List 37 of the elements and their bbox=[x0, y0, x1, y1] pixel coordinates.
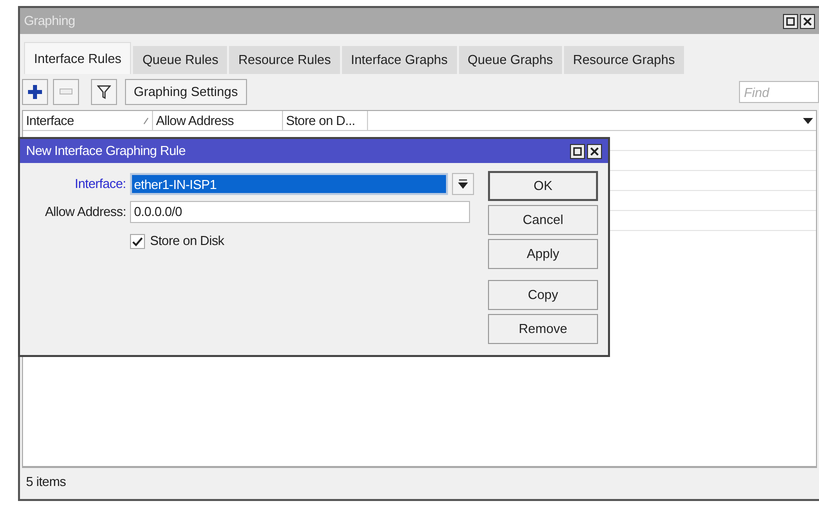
column-header[interactable]: Store on D... bbox=[283, 111, 368, 130]
plus-icon bbox=[28, 85, 42, 99]
window-title: Graphing bbox=[24, 12, 76, 30]
column-header[interactable]: Interface bbox=[23, 111, 153, 130]
sort-icon bbox=[143, 116, 149, 124]
dialog-button[interactable]: Apply bbox=[488, 239, 598, 269]
find-field[interactable]: Find bbox=[739, 81, 819, 103]
dialog-button[interactable]: Remove bbox=[488, 314, 598, 344]
dropdown-button[interactable] bbox=[452, 173, 474, 195]
field-label: Interface: bbox=[74, 175, 126, 194]
tab[interactable]: Queue Rules bbox=[133, 46, 228, 74]
dialog-title: New Interface Graphing Rule bbox=[26, 142, 186, 160]
graphing-settings-button[interactable]: Graphing Settings bbox=[124, 79, 247, 105]
maximize-button[interactable] bbox=[570, 144, 585, 158]
interface-dropdown[interactable]: ether1-IN-ISP1 bbox=[130, 173, 448, 195]
checkbox-label: Store on Disk bbox=[150, 232, 224, 250]
field-label: Allow Address: bbox=[44, 203, 126, 222]
maximize-button[interactable] bbox=[783, 14, 798, 28]
dropdown-arrow-icon bbox=[458, 179, 468, 189]
close-button[interactable] bbox=[587, 144, 602, 158]
tab[interactable]: Resource Rules bbox=[229, 46, 340, 74]
column-header[interactable]: Allow Address bbox=[153, 111, 283, 130]
dialog-button[interactable]: Cancel bbox=[488, 205, 598, 235]
tab[interactable]: Interface Graphs bbox=[342, 46, 457, 74]
address-field[interactable]: 0.0.0.0/0 bbox=[130, 201, 470, 223]
minus-icon bbox=[59, 88, 73, 96]
add-button[interactable] bbox=[22, 79, 48, 105]
status-text: 5 items bbox=[26, 472, 66, 491]
tab[interactable]: Resource Graphs bbox=[564, 46, 684, 74]
checkbox[interactable] bbox=[130, 234, 145, 248]
dialog-button[interactable]: Copy bbox=[488, 280, 598, 310]
dialog-button[interactable]: OK bbox=[488, 171, 598, 201]
tab[interactable]: Queue Graphs bbox=[458, 46, 562, 74]
filter-button[interactable] bbox=[90, 79, 116, 105]
close-button[interactable] bbox=[800, 14, 815, 28]
tab[interactable]: Interface Rules bbox=[24, 42, 132, 74]
filter-icon bbox=[96, 84, 110, 100]
